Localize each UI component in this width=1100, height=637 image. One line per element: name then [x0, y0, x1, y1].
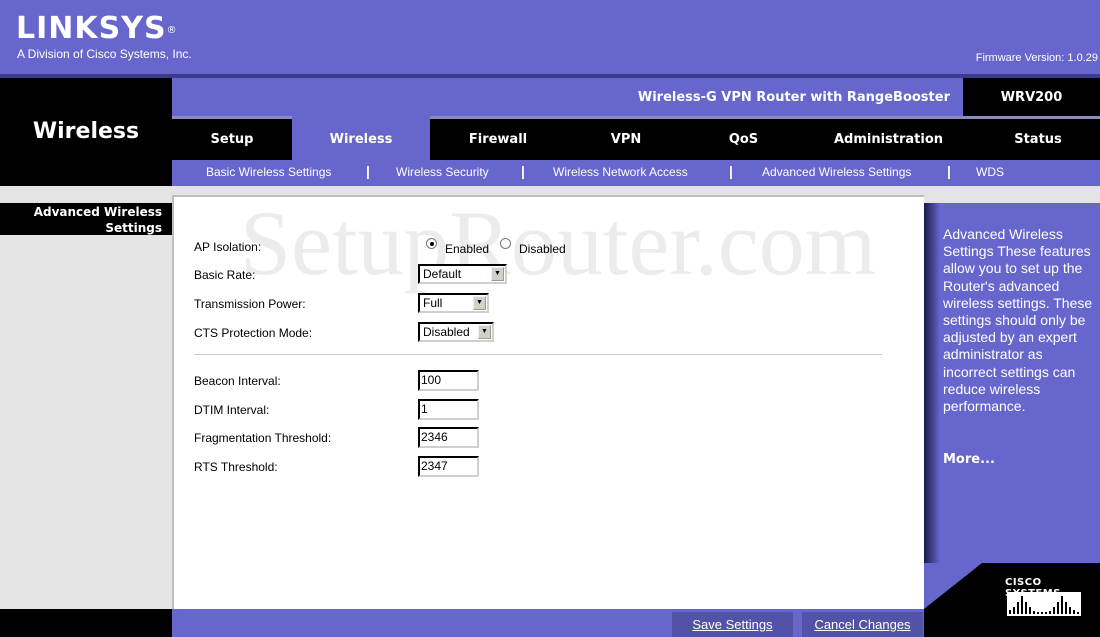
model-number: WRV200 [1000, 90, 1063, 105]
cts-protection-mode-value: Disabled [423, 325, 470, 339]
rts-threshold-input[interactable]: 2347 [418, 456, 479, 477]
linksys-logo: LINKSYS® [16, 13, 178, 45]
tab-qos[interactable]: QoS [686, 119, 801, 160]
help-more-link[interactable]: More... [943, 452, 995, 467]
cancel-changes-button[interactable]: Cancel Changes [802, 612, 923, 637]
subnav-separator: | [521, 163, 525, 179]
sidebar-label: Advanced Wireless Settings [0, 204, 162, 236]
basic-rate-select[interactable]: Default ▼ [418, 264, 507, 284]
ap-isolation-disabled-radio[interactable] [500, 238, 511, 249]
tab-vpn[interactable]: VPN [566, 119, 686, 160]
section-divider [194, 354, 882, 355]
fragmentation-threshold-input[interactable]: 2346 [418, 427, 479, 448]
subnav-wireless-network-access[interactable]: Wireless Network Access [553, 165, 688, 179]
ap-isolation-label: AP Isolation: [194, 240, 262, 254]
settings-panel [172, 195, 924, 609]
sidebar-label-line1: Advanced Wireless [33, 205, 162, 219]
tab-administration[interactable]: Administration [801, 119, 976, 160]
transmission-power-select[interactable]: Full ▼ [418, 293, 489, 313]
beacon-interval-label: Beacon Interval: [194, 374, 281, 388]
registered-mark: ® [166, 25, 178, 36]
help-text: Advanced Wireless Settings These feature… [943, 226, 1093, 415]
chevron-down-icon: ▼ [473, 296, 486, 310]
basic-rate-value: Default [423, 267, 462, 281]
basic-rate-label: Basic Rate: [194, 268, 256, 282]
rts-threshold-label: RTS Threshold: [194, 460, 278, 474]
brand-tagline: A Division of Cisco Systems, Inc. [17, 47, 192, 61]
subnav-separator: | [729, 163, 733, 179]
transmission-power-label: Transmission Power: [194, 297, 306, 311]
subnav-basic-wireless-settings[interactable]: Basic Wireless Settings [206, 165, 331, 179]
dtim-interval-label: DTIM Interval: [194, 403, 270, 417]
cts-protection-mode-select[interactable]: Disabled ▼ [418, 322, 494, 342]
cts-protection-mode-label: CTS Protection Mode: [194, 326, 313, 340]
fragmentation-threshold-label: Fragmentation Threshold: [194, 431, 332, 445]
decorative-corner [924, 563, 982, 609]
dtim-interval-input[interactable]: 1 [418, 399, 479, 420]
beacon-interval-input[interactable]: 100 [418, 370, 479, 391]
tab-wireless[interactable]: Wireless [292, 116, 430, 160]
subnav-separator: | [947, 163, 951, 179]
product-name: Wireless-G VPN Router with RangeBooster [637, 90, 950, 105]
firmware-version: Firmware Version: 1.0.29 [975, 52, 1098, 64]
help-panel-shadow [924, 203, 940, 609]
spacer-band [0, 186, 1100, 195]
subnav-advanced-wireless-settings[interactable]: Advanced Wireless Settings [762, 165, 911, 179]
chevron-down-icon: ▼ [478, 325, 491, 339]
transmission-power-value: Full [423, 296, 443, 310]
cisco-bridge-icon [1007, 592, 1081, 616]
save-settings-button[interactable]: Save Settings [672, 612, 793, 637]
subnav-separator: | [366, 163, 370, 179]
sidebar-label-line2: Settings [105, 221, 162, 235]
brand-name: LINKSYS [16, 11, 167, 46]
tab-status[interactable]: Status [976, 119, 1100, 160]
ap-isolation-enabled-label: Enabled [445, 242, 490, 256]
ap-isolation-disabled-label: Disabled [519, 242, 566, 256]
section-title: Wireless [32, 119, 140, 144]
subnav-wireless-security[interactable]: Wireless Security [396, 165, 489, 179]
footer-left-block [0, 609, 172, 637]
tab-firewall[interactable]: Firewall [430, 119, 566, 160]
ap-isolation-enabled-radio[interactable] [426, 238, 437, 249]
tab-setup[interactable]: Setup [172, 119, 292, 160]
chevron-down-icon: ▼ [491, 267, 504, 281]
subnav-wds[interactable]: WDS [976, 165, 1004, 179]
